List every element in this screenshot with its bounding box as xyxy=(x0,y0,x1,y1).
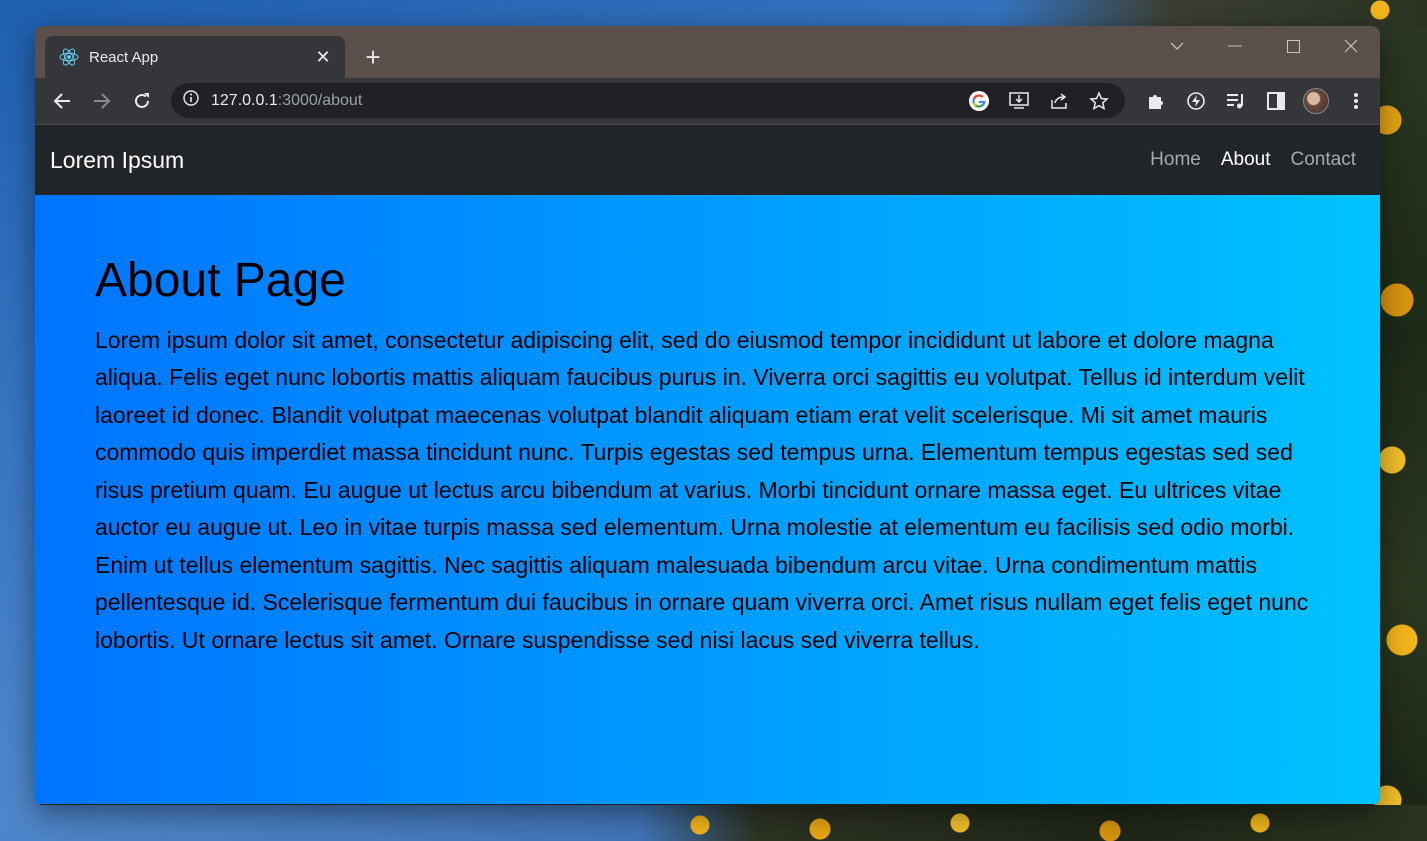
install-icon[interactable] xyxy=(1005,87,1033,115)
maximize-icon[interactable] xyxy=(1264,26,1322,66)
nav-links: Home About Contact xyxy=(1150,149,1356,171)
address-bar[interactable]: 127.0.0.1:3000/about xyxy=(171,83,1125,118)
bolt-icon[interactable] xyxy=(1178,83,1214,119)
new-tab-button[interactable]: + xyxy=(359,44,387,72)
react-logo-icon xyxy=(57,45,81,69)
title-bar: React App ✕ + xyxy=(35,26,1380,78)
page-title: About Page xyxy=(95,254,346,307)
browser-tab[interactable]: React App ✕ xyxy=(45,36,345,78)
browser-toolbar: 127.0.0.1:3000/about xyxy=(35,78,1380,125)
site-navbar: Lorem Ipsum Home About Contact xyxy=(35,125,1380,195)
puzzle-icon[interactable] xyxy=(1138,83,1174,119)
window-controls xyxy=(1148,26,1380,66)
nav-link-about[interactable]: About xyxy=(1221,149,1271,171)
profile-avatar[interactable] xyxy=(1298,83,1334,119)
media-queue-icon[interactable] xyxy=(1218,83,1254,119)
close-window-icon[interactable] xyxy=(1322,26,1380,66)
browser-window: React App ✕ + 127.0.0.1:3000/about Lorem… xyxy=(35,26,1380,805)
arrow-right-icon[interactable] xyxy=(82,81,122,121)
reload-icon[interactable] xyxy=(122,81,162,121)
url-text[interactable]: 127.0.0.1:3000/about xyxy=(211,92,965,110)
url-host: 127.0.0.1 xyxy=(211,91,278,109)
navbar-brand[interactable]: Lorem Ipsum xyxy=(50,147,184,174)
info-icon[interactable] xyxy=(183,90,199,111)
url-path: :3000/about xyxy=(277,91,363,109)
share-icon[interactable] xyxy=(1045,87,1073,115)
avatar xyxy=(1303,88,1329,114)
star-icon[interactable] xyxy=(1085,87,1113,115)
google-icon[interactable] xyxy=(965,87,993,115)
kebab-menu-icon[interactable] xyxy=(1338,83,1374,119)
arrow-left-icon[interactable] xyxy=(42,81,82,121)
main-content: About Page Lorem ipsum dolor sit amet, c… xyxy=(35,195,1380,804)
side-panel-icon[interactable] xyxy=(1258,83,1294,119)
wallpaper-bottom xyxy=(640,805,1427,841)
page-body-text: Lorem ipsum dolor sit amet, consectetur … xyxy=(95,326,1309,653)
extensions-area xyxy=(1138,83,1374,119)
nav-link-home[interactable]: Home xyxy=(1150,149,1201,171)
tab-search-icon[interactable] xyxy=(1148,26,1206,66)
nav-link-contact[interactable]: Contact xyxy=(1291,149,1356,171)
tab-title: React App xyxy=(89,48,159,66)
minimize-icon[interactable] xyxy=(1206,26,1264,66)
tab-close-icon[interactable]: ✕ xyxy=(313,47,333,68)
